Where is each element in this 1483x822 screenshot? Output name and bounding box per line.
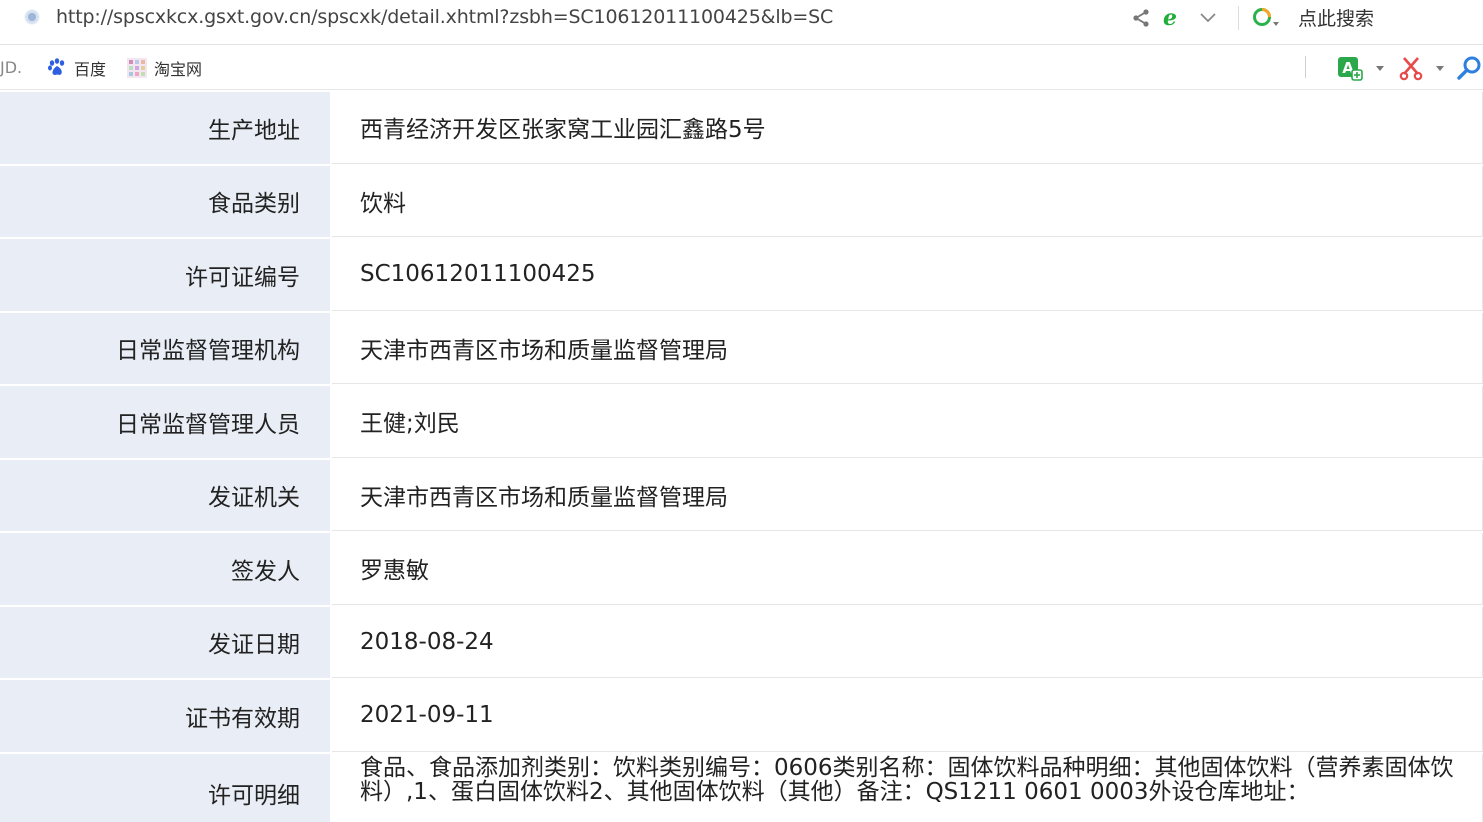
field-value: SC10612011100425 bbox=[332, 239, 1483, 311]
bookmark-label: 百度 bbox=[74, 60, 107, 79]
field-value: 天津市西青区市场和质量监督管理局 bbox=[332, 312, 1483, 384]
field-label: 签发人 bbox=[0, 533, 330, 605]
field-value: 食品、食品添加剂类别：饮料类别编号：0606类别名称：固体饮料品种明细：其他固体… bbox=[332, 753, 1483, 822]
field-value: 饮料 bbox=[332, 165, 1483, 237]
field-label: 许可明细 bbox=[0, 753, 330, 822]
chevron-down-icon[interactable] bbox=[1376, 66, 1384, 71]
field-label: 日常监督管理机构 bbox=[0, 312, 330, 384]
bookmark-partial[interactable]: JD. bbox=[0, 58, 22, 77]
bookmark-baidu[interactable]: 百度 bbox=[46, 56, 106, 80]
field-label: 日常监督管理人员 bbox=[0, 386, 330, 458]
search-icon[interactable] bbox=[1456, 54, 1483, 82]
field-value: 天津市西青区市场和质量监督管理局 bbox=[332, 459, 1483, 531]
field-label: 发证机关 bbox=[0, 459, 330, 531]
field-value: 2018-08-24 bbox=[332, 606, 1483, 678]
chevron-down-icon[interactable] bbox=[1198, 9, 1218, 25]
divider bbox=[1238, 6, 1239, 30]
table-row: 发证日期 2018-08-24 bbox=[0, 606, 1483, 680]
table-row: 日常监督管理机构 天津市西青区市场和质量监督管理局 bbox=[0, 312, 1483, 386]
search-engine-icon[interactable] bbox=[1252, 7, 1282, 29]
field-value: 2021-09-11 bbox=[332, 680, 1483, 752]
field-value: 西青经济开发区张家窝工业园汇鑫路5号 bbox=[332, 92, 1483, 164]
table-row: 发证机关 天津市西青区市场和质量监督管理局 bbox=[0, 459, 1483, 533]
table-row: 生产地址 西青经济开发区张家窝工业园汇鑫路5号 bbox=[0, 92, 1483, 166]
search-input[interactable]: 点此搜索 bbox=[1298, 4, 1374, 31]
field-label: 食品类别 bbox=[0, 165, 330, 237]
field-label: 许可证编号 bbox=[0, 239, 330, 311]
divider bbox=[1305, 56, 1306, 78]
field-label: 证书有效期 bbox=[0, 680, 330, 752]
site-info-icon[interactable] bbox=[24, 9, 40, 25]
bookmarks-bar: JD. 百度 淘宝网 A bbox=[0, 46, 1483, 90]
chevron-down-icon[interactable] bbox=[1436, 66, 1444, 71]
table-row: 许可证编号 SC10612011100425 bbox=[0, 239, 1483, 313]
table-row: 日常监督管理人员 王健;刘民 bbox=[0, 386, 1483, 460]
screenshot-scissors-icon[interactable] bbox=[1398, 54, 1426, 82]
translate-icon[interactable]: A bbox=[1336, 54, 1364, 82]
field-label: 发证日期 bbox=[0, 606, 330, 678]
field-value: 王健;刘民 bbox=[332, 386, 1483, 458]
table-row: 食品类别 饮料 bbox=[0, 165, 1483, 239]
bookmark-label: 淘宝网 bbox=[154, 60, 203, 79]
share-icon[interactable] bbox=[1131, 8, 1151, 28]
table-row: 许可明细 食品、食品添加剂类别：饮料类别编号：0606类别名称：固体饮料品种明细… bbox=[0, 753, 1483, 822]
url-text[interactable]: http://spscxkcx.gsxt.gov.cn/spscxk/detai… bbox=[56, 6, 833, 28]
field-label: 生产地址 bbox=[0, 92, 330, 164]
browser-mode-icon[interactable]: e bbox=[1163, 6, 1177, 30]
taobao-icon bbox=[127, 58, 147, 78]
table-row: 签发人 罗惠敏 bbox=[0, 533, 1483, 607]
baidu-paw-icon bbox=[48, 58, 65, 75]
license-detail-table: 生产地址 西青经济开发区张家窝工业园汇鑫路5号 食品类别 饮料 许可证编号 SC… bbox=[0, 92, 1483, 822]
field-value: 罗惠敏 bbox=[332, 533, 1483, 605]
bookmark-taobao[interactable]: 淘宝网 bbox=[126, 56, 202, 80]
address-bar: http://spscxkcx.gsxt.gov.cn/spscxk/detai… bbox=[0, 0, 1483, 45]
table-row: 证书有效期 2021-09-11 bbox=[0, 680, 1483, 754]
